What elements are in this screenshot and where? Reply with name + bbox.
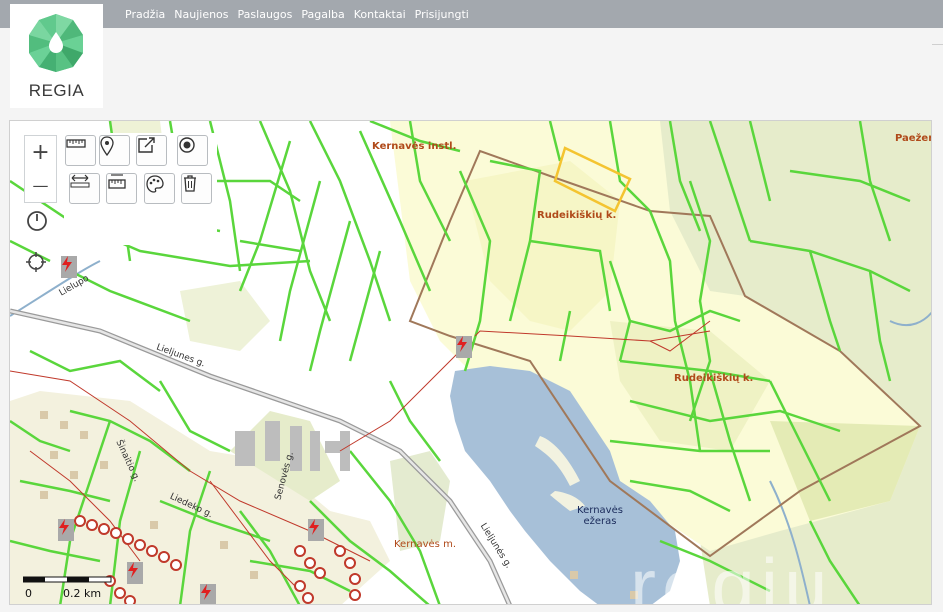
- zoom-control: + —: [24, 135, 57, 203]
- palette-icon: [146, 175, 164, 193]
- lightning-icon: [128, 562, 138, 578]
- lightning-icon: [201, 584, 211, 600]
- zoom-out-button[interactable]: —: [25, 169, 56, 202]
- crosshair-icon: [26, 252, 46, 272]
- ruler-icon: [66, 139, 86, 148]
- header-area: [0, 28, 943, 118]
- trash-icon: [184, 175, 196, 192]
- scale-bar: 0 0.2 km: [13, 573, 123, 603]
- label-kernaves-m: Kernavės m.: [394, 539, 456, 550]
- watermark: regiu: [630, 542, 834, 605]
- nav-help[interactable]: Pagalba: [301, 8, 344, 21]
- lake-label: Kernavės ežeras: [565, 505, 635, 527]
- nav-contacts[interactable]: Kontaktai: [354, 8, 406, 21]
- measure-toolbar: [64, 133, 217, 245]
- nav-login[interactable]: Prisijungti: [415, 8, 469, 21]
- history-button[interactable]: [25, 209, 55, 239]
- lake-label-line1: Kernavės: [577, 505, 623, 516]
- top-navigation-bar: Pradžia Naujienos Paslaugos Pagalba Kont…: [0, 0, 943, 28]
- area-ruler-icon: [108, 174, 126, 189]
- power-marker[interactable]: [127, 562, 143, 584]
- measure-area-button[interactable]: [106, 173, 137, 204]
- lightning-icon: [457, 336, 467, 352]
- header-divider: [932, 44, 943, 45]
- distance-icon: [70, 174, 90, 188]
- measure-distance-button[interactable]: [69, 173, 100, 204]
- color-picker-button[interactable]: [144, 173, 175, 204]
- lightning-icon: [309, 519, 319, 535]
- scale-distance: 0.2 km: [63, 587, 102, 600]
- scale-zero: 0: [25, 587, 32, 600]
- power-marker[interactable]: [308, 519, 324, 541]
- label-rudeikiskiu-north: Rudeikiškių k.: [537, 210, 617, 221]
- measure-length-button[interactable]: [65, 135, 96, 166]
- logo-text: REGIA: [28, 81, 85, 100]
- power-marker[interactable]: [58, 519, 74, 541]
- clock-icon: [27, 211, 47, 231]
- scale-bar-graphic: [23, 576, 112, 583]
- zoom-in-button[interactable]: +: [25, 136, 56, 169]
- nav-home[interactable]: Pradžia: [125, 8, 165, 21]
- power-marker[interactable]: [200, 584, 216, 604]
- lightning-icon: [59, 519, 69, 535]
- place-marker-button[interactable]: [99, 135, 130, 166]
- power-marker[interactable]: [61, 256, 77, 278]
- locate-button[interactable]: [25, 251, 55, 281]
- nav-news[interactable]: Naujienos: [174, 8, 228, 21]
- logo[interactable]: REGIA: [10, 4, 103, 108]
- nav-services[interactable]: Paslaugos: [238, 8, 293, 21]
- map-viewport[interactable]: Kernavės instl. Rudeikiškių k. Rudeikišk…: [9, 120, 932, 605]
- label-paezere: Paežerė: [895, 133, 931, 144]
- regia-logo-icon: [29, 14, 83, 72]
- target-icon: [179, 137, 195, 153]
- power-marker[interactable]: [456, 336, 472, 358]
- label-kernaves-instl: Kernavės instl.: [372, 141, 457, 152]
- main-nav: Pradžia Naujienos Paslaugos Pagalba Kont…: [125, 8, 478, 21]
- label-rudeikiskiu-south: Rudeikiškių k.: [674, 373, 754, 384]
- lake-label-line2: ežeras: [583, 516, 617, 527]
- record-button[interactable]: [177, 135, 208, 166]
- delete-button[interactable]: [181, 173, 212, 204]
- share-button[interactable]: [136, 135, 167, 166]
- lightning-icon: [62, 256, 72, 272]
- map-pin-icon: [100, 136, 114, 156]
- share-icon: [138, 137, 155, 153]
